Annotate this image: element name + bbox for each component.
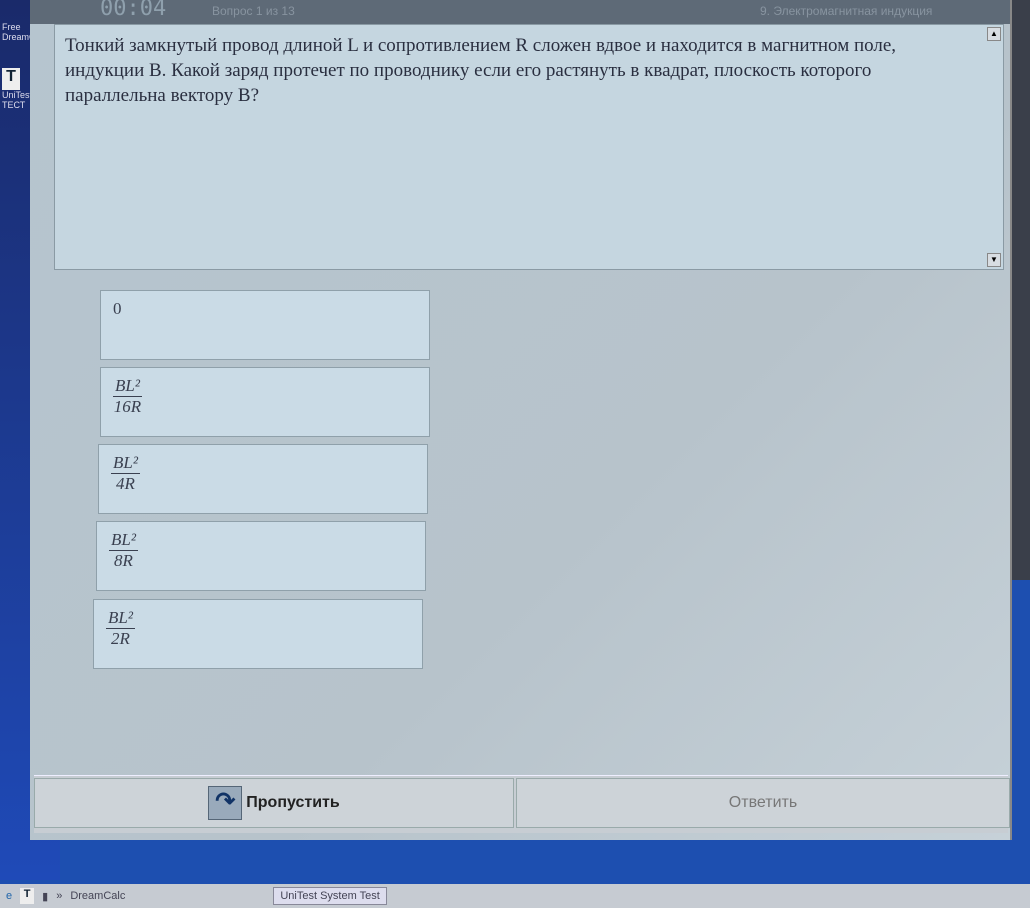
denominator: 4R — [116, 474, 135, 493]
answer-option-1[interactable]: 0 — [100, 290, 430, 360]
skip-button[interactable]: ↷ Пропустить — [34, 778, 514, 828]
test-header: 00:04 Вопрос 1 из 13 9. Электромагнитная… — [30, 0, 1010, 24]
numerator: BL² — [109, 530, 138, 551]
question-counter: Вопрос 1 из 13 — [212, 4, 295, 18]
answer-option-5[interactable]: BL² 2R — [93, 599, 423, 669]
question-panel: Тонкий замкнутый провод длиной L и сопро… — [54, 24, 1004, 270]
answer-option-3[interactable]: BL² 4R — [98, 444, 428, 514]
answer-fraction: BL² 2R — [106, 608, 135, 649]
chevron-icon[interactable]: » — [56, 890, 62, 902]
numerator: BL² — [113, 376, 142, 397]
test-window: 00:04 Вопрос 1 из 13 9. Электромагнитная… — [30, 0, 1012, 840]
scroll-down-button[interactable]: ▼ — [987, 253, 1001, 267]
answer-fraction: BL² 8R — [109, 530, 138, 571]
answer-fraction: BL² 16R — [113, 376, 142, 417]
desktop-icon-label: UniTest ТЕСТ — [2, 90, 33, 110]
quicklaunch-dreamcalc[interactable]: DreamCalc — [70, 890, 125, 902]
answer-button[interactable]: Ответить — [516, 778, 1010, 828]
answer-option-4[interactable]: BL² 8R — [96, 521, 426, 591]
numerator: BL² — [106, 608, 135, 629]
timer: 00:04 — [100, 0, 167, 21]
denominator: 16R — [113, 397, 142, 416]
answer-label: Ответить — [728, 794, 798, 811]
denominator: 8R — [114, 551, 133, 570]
taskbar-task-unitest[interactable]: UniTest System Test — [273, 887, 387, 905]
skip-label: Пропустить — [246, 794, 340, 811]
numerator: BL² — [111, 453, 140, 474]
taskbar: e T ▮ » DreamCalc UniTest System Test — [0, 884, 1030, 908]
unitest-icon: T — [2, 68, 20, 90]
scroll-up-button[interactable]: ▲ — [987, 27, 1001, 41]
ie-icon[interactable]: e — [6, 890, 12, 902]
answer-fraction: BL² 4R — [111, 453, 140, 494]
unitest-quick-icon[interactable]: T — [20, 888, 35, 904]
answer-option-2[interactable]: BL² 16R — [100, 367, 430, 437]
topic-title: 9. Электромагнитная индукция — [760, 4, 933, 18]
action-bar: ↷ Пропустить Ответить — [34, 775, 1010, 833]
calculator-icon[interactable]: ▮ — [42, 890, 48, 903]
answer-text: 0 — [113, 299, 122, 318]
question-text: Тонкий замкнутый провод длиной L и сопро… — [65, 35, 897, 106]
skip-arrow-icon: ↷ — [208, 786, 243, 820]
denominator: 2R — [111, 629, 130, 648]
